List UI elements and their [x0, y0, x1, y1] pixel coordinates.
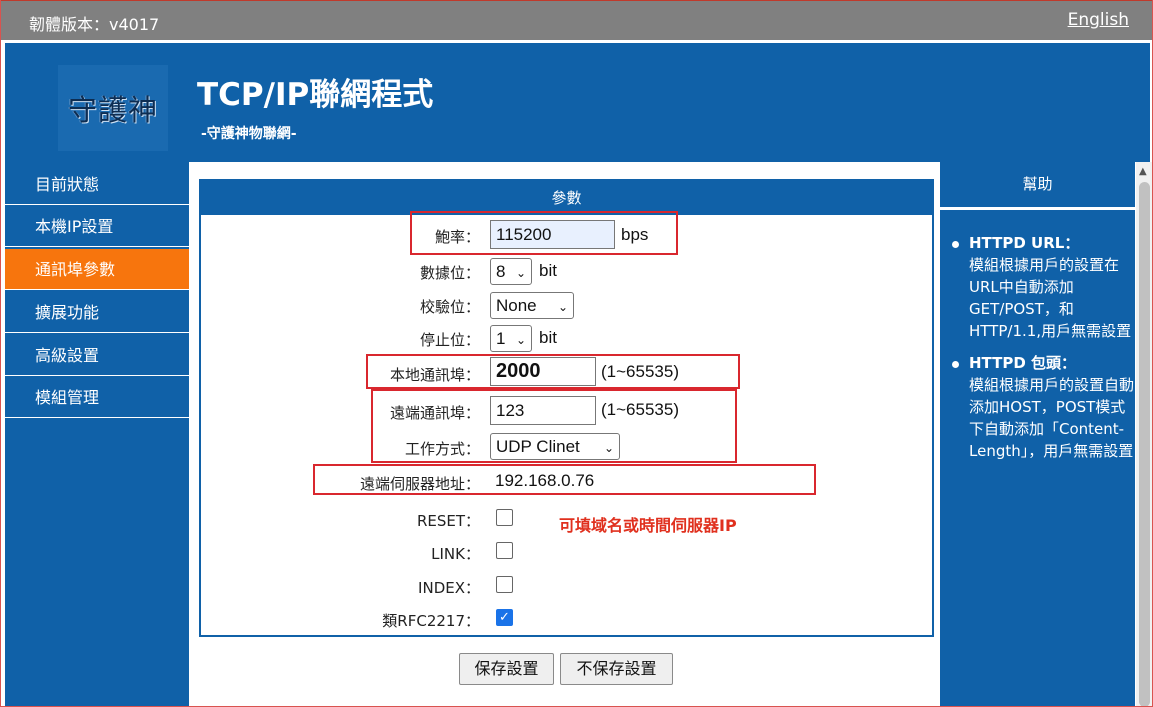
chevron-down-icon: ⌄ [515, 333, 526, 347]
logo: 守護神 [58, 65, 168, 151]
chevron-down-icon: ⌄ [557, 300, 568, 314]
server-addr-highlight-box [313, 464, 816, 495]
help-item: HTTPD 包頭： 模組根據用戶的設置自動添加HOST，POST模式下自動添加「… [952, 352, 1135, 462]
page-title: TCP/IP聯網程式 [197, 77, 434, 113]
check-icon: ✓ [499, 610, 510, 625]
nosave-button[interactable]: 不保存設置 [560, 653, 673, 685]
help-panel: HTTPD URL： 模組根據用戶的設置在URL中自動添加GET/POST，和H… [940, 210, 1135, 706]
sidebar: 目前狀態 本機IP設置 通訊埠參數 擴展功能 高級設置 模組管理 [5, 162, 193, 706]
chevron-down-icon: ⌄ [515, 266, 526, 280]
panel-title: 參數 [201, 181, 932, 215]
scroll-thumb[interactable] [1139, 182, 1150, 706]
sidebar-item-extensions[interactable]: 擴展功能 [5, 292, 192, 333]
link-checkbox[interactable] [496, 542, 513, 559]
stopbits-label: 停止位： [419, 331, 480, 349]
help-divider [934, 162, 939, 706]
parity-value: None [496, 296, 537, 315]
server-addr-note: 可填域名或時間伺服器IP [559, 516, 737, 535]
databits-unit: bit [539, 261, 557, 280]
page-subtitle: -守護神物聯網- [201, 126, 297, 142]
top-bar: 韌體版本：v4017 English [1, 0, 1152, 40]
reset-label: RESET： [416, 512, 480, 530]
stopbits-value: 1 [496, 329, 506, 348]
firmware-version: 韌體版本：v4017 [29, 15, 160, 34]
rfc2217-checkbox[interactable]: ✓ [496, 609, 513, 626]
remote-settings-highlight-box [371, 389, 737, 463]
sidebar-item-advanced[interactable]: 高級設置 [5, 335, 192, 376]
header: 守護神 TCP/IP聯網程式 -守護神物聯網- [5, 43, 1150, 162]
reset-checkbox[interactable] [496, 509, 513, 526]
help-item-text: 模組根據用戶的設置自動添加HOST，POST模式下自動添加「Content-Le… [969, 376, 1135, 460]
save-button[interactable]: 保存設置 [459, 653, 554, 685]
sidebar-item-status[interactable]: 目前狀態 [5, 164, 192, 205]
help-title: 幫助 [940, 162, 1135, 207]
scrollbar[interactable]: ▲ [1136, 162, 1152, 706]
bullet-icon [952, 241, 959, 248]
rfc2217-label: 類RFC2217： [382, 612, 480, 630]
parity-select[interactable]: None ⌄ [490, 292, 574, 319]
page-frame: 韌體版本：v4017 English 守護神 TCP/IP聯網程式 -守護神物聯… [0, 0, 1153, 707]
parity-label: 校驗位： [419, 298, 480, 316]
stopbits-select[interactable]: 1 ⌄ [490, 325, 532, 352]
sidebar-item-port-params[interactable]: 通訊埠參數 [5, 249, 192, 290]
link-label: LINK： [431, 545, 480, 563]
index-checkbox[interactable] [496, 576, 513, 593]
databits-value: 8 [496, 262, 506, 281]
local-port-highlight-box [366, 354, 740, 389]
scroll-up-arrow-icon[interactable]: ▲ [1139, 166, 1147, 177]
bullet-icon [952, 361, 959, 368]
databits-label: 數據位： [419, 264, 480, 282]
language-link[interactable]: English [1068, 10, 1129, 30]
help-item-heading: HTTPD 包頭： [969, 354, 1077, 372]
index-label: INDEX： [418, 579, 480, 597]
logo-text: 守護神 [67, 93, 158, 127]
stopbits-unit: bit [539, 328, 557, 347]
help-item-heading: HTTPD URL： [969, 234, 1080, 252]
baud-highlight-box [410, 211, 678, 255]
help-item-text: 模組根據用戶的設置在URL中自動添加GET/POST，和HTTP/1.1,用戶無… [969, 256, 1132, 340]
sidebar-item-local-ip[interactable]: 本機IP設置 [5, 206, 192, 247]
help-item: HTTPD URL： 模組根據用戶的設置在URL中自動添加GET/POST，和H… [952, 232, 1135, 342]
help-list: HTTPD URL： 模組根據用戶的設置在URL中自動添加GET/POST，和H… [952, 232, 1135, 462]
sidebar-item-module-mgmt[interactable]: 模組管理 [5, 377, 192, 418]
databits-select[interactable]: 8 ⌄ [490, 258, 532, 285]
